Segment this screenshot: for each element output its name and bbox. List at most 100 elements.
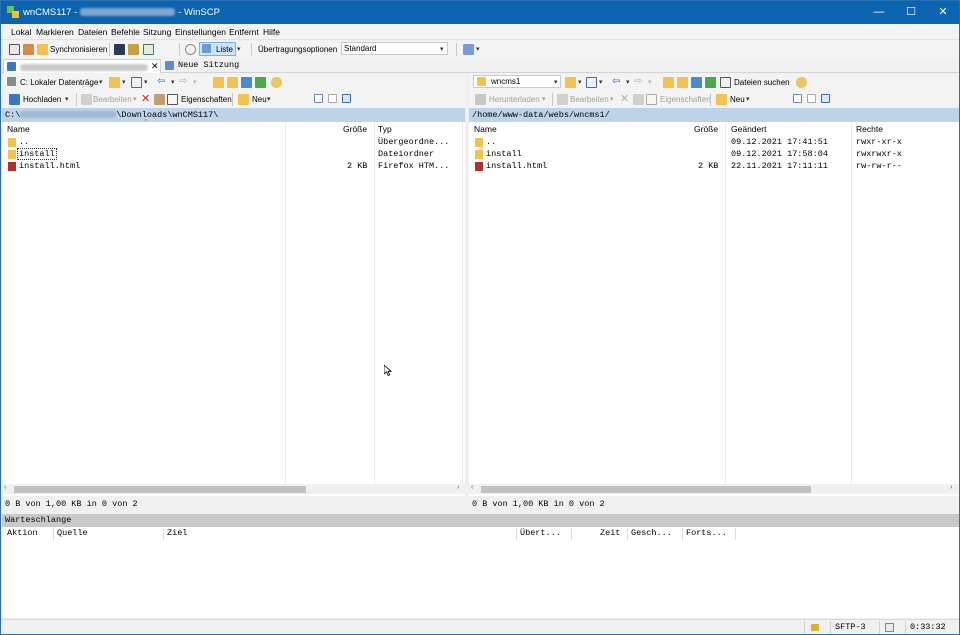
home-icon[interactable] [691, 77, 702, 88]
table-row[interactable]: install.html 2 KB Firefox HTM... [2, 161, 462, 173]
find-icon[interactable] [271, 77, 282, 88]
rename-icon[interactable] [154, 94, 165, 105]
minimize-button[interactable]: — [863, 1, 895, 24]
chevron-down-icon[interactable]: ▾ [193, 78, 197, 86]
sync-button[interactable]: Synchronisieren [50, 45, 107, 54]
col-rights[interactable]: Rechte [856, 124, 883, 136]
col-name[interactable]: Name [474, 124, 497, 136]
refresh-icon[interactable] [255, 77, 266, 88]
remote-dir-select[interactable]: wncms1 ▾ [473, 75, 561, 88]
parent-dir-icon[interactable] [663, 77, 674, 88]
view-dropdown-arrow[interactable]: ▾ [237, 45, 241, 53]
menu-entfernt[interactable]: Entfernt [229, 27, 259, 37]
open-folder-icon[interactable] [565, 77, 576, 88]
filter-mask-icon[interactable] [821, 94, 830, 103]
table-row[interactable]: .. Übergeordne... [2, 137, 462, 149]
scroll-left-icon[interactable]: ‹ [4, 484, 6, 491]
filter-icon[interactable] [586, 77, 597, 88]
queue-col-target[interactable]: Ziel [167, 528, 187, 540]
root-dir-icon[interactable] [227, 77, 238, 88]
chevron-down-icon[interactable]: ▾ [65, 95, 69, 103]
menu-befehle[interactable]: Befehle [111, 27, 140, 37]
new-button[interactable]: Neu [252, 95, 267, 104]
col-changed[interactable]: Geändert [731, 124, 766, 136]
scroll-right-icon[interactable]: › [457, 484, 459, 491]
edit-button[interactable]: Bearbeiten [570, 95, 609, 104]
view-list-button[interactable]: Liste [199, 42, 236, 56]
refresh-icon[interactable] [705, 77, 716, 88]
menu-markieren[interactable]: Markieren [36, 27, 74, 37]
chevron-down-icon[interactable]: ▾ [610, 95, 614, 103]
chevron-down-icon[interactable]: ▾ [476, 45, 480, 53]
properties-button[interactable]: Eigenschaften [181, 95, 232, 104]
open-folder-icon[interactable] [109, 77, 120, 88]
scrollbar-thumb[interactable] [14, 486, 306, 493]
chevron-down-icon[interactable]: ▾ [542, 95, 546, 103]
chevron-down-icon[interactable]: ▾ [267, 95, 271, 103]
queue-col-progress[interactable]: Forts... [686, 528, 727, 540]
back-arrow-icon[interactable]: ⇦ [612, 76, 620, 87]
menu-hilfe[interactable]: Hilfe [263, 27, 280, 37]
home-icon[interactable] [241, 77, 252, 88]
delete-icon[interactable]: ✕ [620, 92, 629, 105]
scroll-left-icon[interactable]: ‹ [471, 484, 473, 491]
scroll-right-icon[interactable]: › [950, 484, 952, 491]
rename-icon[interactable] [633, 94, 644, 105]
close-button[interactable]: ✕ [927, 1, 959, 24]
deselect-icon[interactable] [328, 94, 337, 103]
back-arrow-icon[interactable]: ⇦ [157, 76, 165, 87]
forward-arrow-icon[interactable]: ⇨ [634, 76, 642, 87]
table-row[interactable]: .. 09.12.2021 17:41:51 rwxr-xr-x [469, 137, 957, 149]
queue-col-action[interactable]: Aktion [7, 528, 38, 540]
forward-arrow-icon[interactable]: ⇨ [179, 76, 187, 87]
right-horizontal-scrollbar[interactable]: ‹ › [469, 484, 959, 494]
filter-icon[interactable] [131, 77, 142, 88]
putty-icon[interactable] [128, 44, 139, 55]
queue-icon[interactable] [185, 44, 196, 55]
menu-lokal[interactable]: Lokal [11, 27, 31, 37]
table-row[interactable]: install.html 2 KB 22.11.2021 17:11:11 rw… [469, 161, 957, 173]
preferences-icon[interactable] [143, 44, 154, 55]
parent-dir-icon[interactable] [213, 77, 224, 88]
col-name[interactable]: Name [7, 124, 30, 136]
upload-button[interactable]: Hochladen [23, 95, 61, 104]
queue-col-speed[interactable]: Gesch... [631, 528, 672, 540]
queue-col-source[interactable]: Quelle [57, 528, 88, 540]
find-files-button[interactable]: Dateien suchen [734, 78, 790, 87]
delete-icon[interactable]: ✕ [141, 92, 150, 105]
table-row[interactable]: install Dateiordner [2, 148, 462, 161]
chevron-down-icon[interactable]: ▾ [578, 78, 582, 86]
console-icon[interactable] [114, 44, 125, 55]
download-button[interactable]: Herunterladen [489, 95, 540, 104]
menu-dateien[interactable]: Dateien [78, 27, 107, 37]
compare-icon[interactable] [23, 44, 34, 55]
local-drive-select[interactable]: C: Lokaler Datenträge ▾ [5, 75, 105, 89]
col-type[interactable]: Typ [378, 124, 392, 136]
right-path-bar[interactable]: /home/www-data/webs/wncms1/ [469, 108, 959, 122]
queue-col-transferred[interactable]: Übert... [520, 528, 561, 540]
scrollbar-thumb[interactable] [481, 486, 811, 493]
menu-sitzung[interactable]: Sitzung [143, 27, 171, 37]
select-all-icon[interactable] [314, 94, 323, 103]
close-tab-icon[interactable]: ✕ [151, 61, 159, 72]
chevron-down-icon[interactable]: ▾ [122, 78, 126, 86]
left-path-bar[interactable]: C:\ \Downloads\wnCMS117\ [2, 108, 465, 122]
select-all-icon[interactable] [793, 94, 802, 103]
chevron-down-icon[interactable]: ▾ [133, 95, 137, 103]
chevron-down-icon[interactable]: ▾ [599, 78, 603, 86]
chevron-down-icon[interactable]: ▾ [144, 78, 148, 86]
properties-button[interactable]: Eigenschaften [660, 95, 711, 104]
menu-einstellungen[interactable]: Einstellungen [175, 27, 226, 37]
queue-col-time[interactable]: Zeit [600, 528, 620, 540]
table-row[interactable]: install 09.12.2021 17:58:04 rwxrwxr-x [469, 149, 957, 161]
chevron-down-icon[interactable]: ▾ [648, 78, 652, 86]
find-icon[interactable] [796, 77, 807, 88]
transfer-settings-icon[interactable] [463, 44, 474, 55]
filter-mask-icon[interactable] [342, 94, 351, 103]
chevron-down-icon[interactable]: ▾ [626, 78, 630, 86]
col-size[interactable]: Größe [694, 124, 718, 136]
left-horizontal-scrollbar[interactable]: ‹ › [2, 484, 465, 494]
col-size[interactable]: Größe [343, 124, 367, 136]
maximize-button[interactable]: ☐ [895, 1, 927, 24]
root-dir-icon[interactable] [677, 77, 688, 88]
